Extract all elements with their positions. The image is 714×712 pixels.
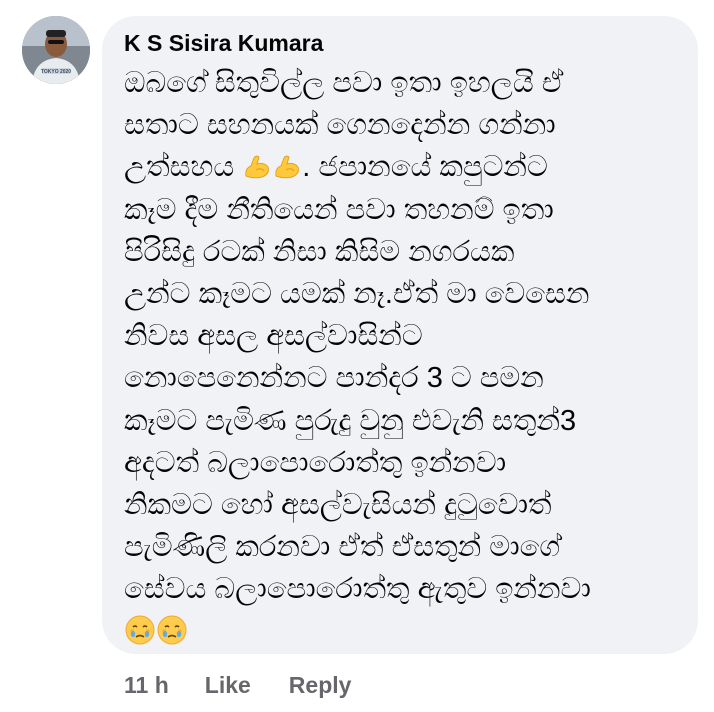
comment-line: සේවය බලාපොරොත්තු ඇතුව ඉන්නවා xyxy=(124,573,591,606)
comment-line: සතාට සහනයක් ගෙනදෙන්න ගන්නා xyxy=(124,109,556,142)
face-holding-back-tears-icon xyxy=(156,614,188,658)
emoji-line xyxy=(124,610,684,652)
comment-line: නොපෙනෙන්නට පාන්දර 3 ට පමන xyxy=(124,362,544,395)
comment-line: අදටත් බලාපොරොත්තු ඉන්නවා xyxy=(124,446,507,479)
comment-line: පැමිණිලි කරනවා ඒත් ඒසතුන් මාගේ xyxy=(124,531,561,564)
comment-body: ඔබගේ සිතුවිල්ල පවා ඉතා ඉහලයි ඒ සතාට සහනය… xyxy=(124,62,684,653)
comment-line: නිකමට හෝ අසල්වැසියන් දුටුවොත් xyxy=(124,488,552,521)
face-holding-back-tears-icon xyxy=(124,614,156,658)
comment-timestamp[interactable]: 11 h xyxy=(124,672,169,699)
comment: TOKYO 2020 K S Sisira Kumara ඔබගේ සිතුවි… xyxy=(0,0,714,712)
comment-line: පිරිසිදු රටක් නිසා කිසිම නගරයක xyxy=(124,235,515,268)
avatar[interactable]: TOKYO 2020 xyxy=(22,16,90,84)
comment-line: ඔබගේ සිතුවිල්ල පවා ඉතා ඉහලයි ඒ xyxy=(124,67,564,99)
avatar-photo: TOKYO 2020 xyxy=(22,16,90,84)
comment-line: උන්ට කෑමට යමක් නෑ.ඒත් මා වෙසෙන xyxy=(124,277,590,310)
author-name[interactable]: K S Sisira Kumara xyxy=(124,30,323,57)
avatar-badge-text: TOKYO 2020 xyxy=(41,69,71,75)
like-button[interactable]: Like xyxy=(205,672,251,699)
comment-line: නිවස අසල අසල්වාසින්ට xyxy=(124,320,423,353)
comment-line-text: උත්සහය xyxy=(124,151,235,184)
comment-line: කෑමට පැමිණ පුරුදු වුනු එවැනි සතුන්3 xyxy=(124,404,577,437)
reply-button[interactable]: Reply xyxy=(289,672,352,699)
comment-actions: 11 h Like Reply xyxy=(124,668,351,702)
comment-line: කෑම දීම නීතියෙන් පවා තහනම් ඉතා xyxy=(124,193,554,226)
comment-line-text: . ජපානයේ කපුටන්ට xyxy=(302,151,548,184)
comment-bubble: K S Sisira Kumara ඔබගේ සිතුවිල්ල පවා ඉතා… xyxy=(102,16,698,654)
comment-line-with-emoji: උත්සහය . ජපානයේ කපුටන්ට xyxy=(124,146,684,188)
